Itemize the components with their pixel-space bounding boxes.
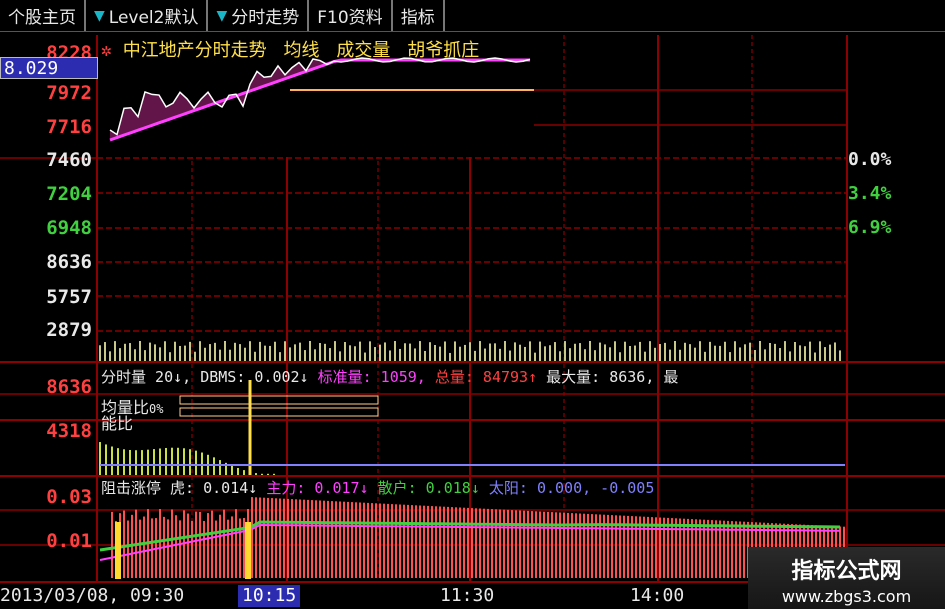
price-label-3: 7716	[46, 116, 92, 138]
bottom-indicator-line: 阻击涨停 虎: 0.014↓ 主力: 0.017↓ 散户: 0.018↓ 太阳:…	[101, 477, 654, 498]
bottom-ind-arrow: ↓	[248, 479, 258, 497]
legend-volume[interactable]: 成交量	[336, 40, 390, 61]
bottom-ind-value: 0.017	[314, 479, 360, 497]
signal-bar	[245, 522, 251, 579]
bottom-ind-arrow: ↓	[359, 479, 369, 497]
price-label-6: 6948	[46, 217, 92, 239]
vol-ind-name[interactable]: 分时量	[101, 368, 146, 386]
overlay-bar	[179, 395, 379, 405]
x-cursor-time: 10:15	[238, 585, 300, 607]
vol-ind-arrow: ↓	[299, 368, 309, 386]
vol-ind-arrow: ↑	[528, 368, 538, 386]
vol-ind-value: 8636,	[609, 368, 655, 386]
volume-indicator-line: 分时量 20↓, DBMS: 0.002↓ 标准量: 1059, 总量: 847…	[101, 368, 679, 386]
bottom-ind-label: 散户:	[377, 479, 417, 497]
overlay-value-1: 0%	[149, 402, 164, 416]
bottom-ind-value: -0.005	[600, 479, 655, 497]
intraday-chart[interactable]	[0, 0, 945, 609]
volume-label-2: 5757	[46, 286, 92, 308]
vol-ind-label: 最大量:	[546, 368, 601, 386]
ind-panel-label-2: 0.01	[46, 530, 92, 552]
bottom-ind-label: 太阳:	[488, 479, 528, 497]
watermark-title: 指标公式网	[791, 559, 902, 584]
bottom-ind-label: 主力:	[266, 479, 306, 497]
watermark-url: www.zbgs3.com	[781, 587, 912, 606]
vol-ind-label: 最	[663, 368, 679, 386]
vol-ind-period: 20	[155, 368, 174, 386]
bottom-ind-name[interactable]: 阻击涨停	[101, 479, 161, 497]
price-legend: ✲ 中江地产分时走势 均线 成交量 胡爷抓庄	[101, 36, 479, 62]
bottom-ind-label: 虎:	[170, 479, 195, 497]
vol-ind-label: 标准量:	[317, 368, 372, 386]
bottom-ind-arrow: ↓	[470, 479, 480, 497]
pct-label-3: 6.9%	[848, 217, 892, 238]
watermark: 指标公式网 www.zbgs3.com	[748, 547, 945, 609]
x-tick-1400: 14:00	[630, 585, 685, 606]
chart-title: 中江地产分时走势	[122, 40, 267, 61]
price-label-base: 7460	[46, 149, 92, 171]
x-date-time: 2013/03/08, 09:30	[0, 585, 185, 606]
x-tick-1130: 11:30	[440, 585, 495, 606]
pct-label-1: 0.0%	[848, 149, 892, 170]
price-label-5: 7204	[46, 183, 92, 205]
legend-marker-icon: ✲	[101, 40, 112, 61]
bottom-ind-value: 0.000,	[536, 479, 592, 497]
signal-bar	[115, 522, 121, 579]
price-label-2: 7972	[46, 82, 92, 104]
ind-panel-label-1: 0.03	[46, 486, 92, 508]
volume-label-1: 8636	[46, 251, 92, 273]
bottom-ind-value: 0.014	[203, 479, 249, 497]
legend-indicator[interactable]: 胡爷抓庄	[407, 40, 479, 61]
pct-label-2: 3.4%	[848, 183, 892, 204]
overlay-label-2: 能比	[101, 414, 134, 433]
overlay-bar	[179, 407, 379, 417]
bottom-ind-value: 0.018	[425, 479, 471, 497]
vol-ind-label: 总量:	[434, 368, 474, 386]
vol-ind-label: DBMS:	[200, 368, 246, 386]
vol-panel-label-1: 8636	[46, 376, 92, 398]
volume-label-3: 2879	[46, 319, 92, 341]
vol-panel-label-2: 4318	[46, 420, 92, 442]
vol-ind-value: 1059,	[380, 368, 426, 386]
vol-ind-value: 84793	[482, 368, 529, 386]
legend-avg[interactable]: 均线	[284, 40, 320, 61]
vol-ind-value: 0.002	[254, 368, 300, 386]
cursor-price-box: 8.029	[0, 57, 98, 79]
